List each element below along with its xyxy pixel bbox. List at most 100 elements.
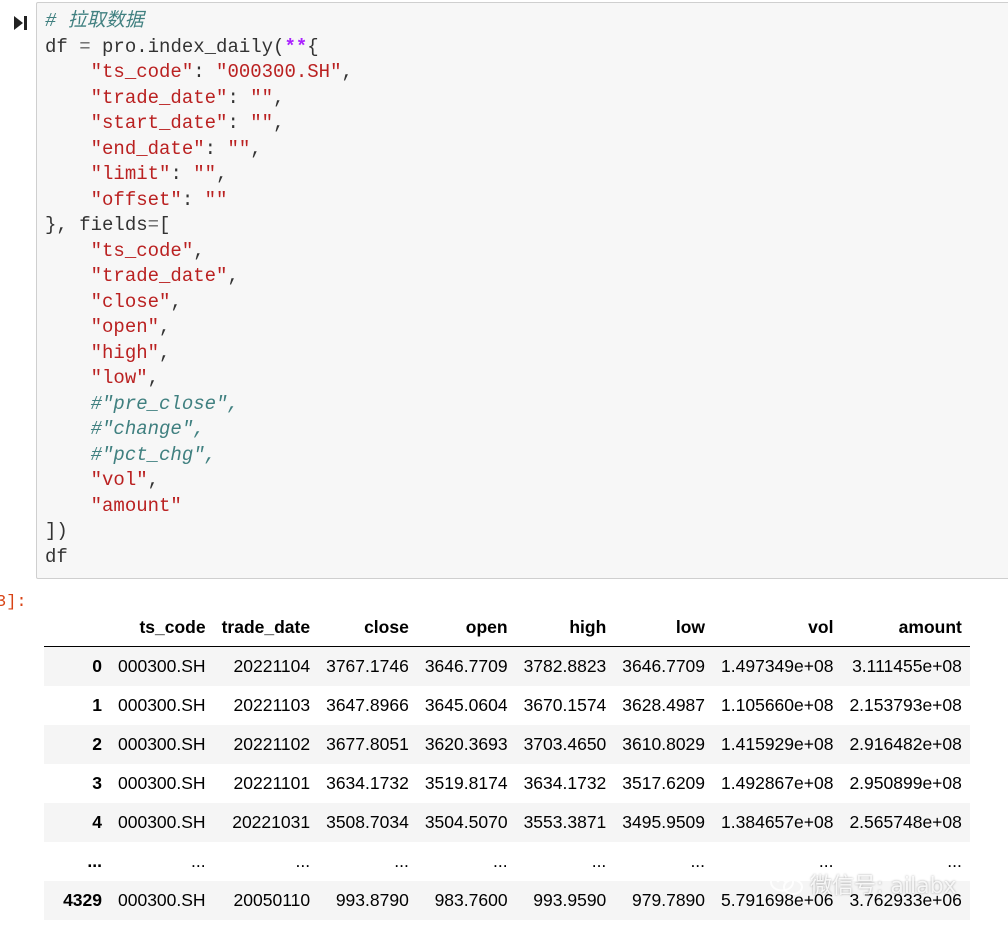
code-line: "amount" (90, 494, 182, 517)
table-cell: ... (492, 851, 508, 871)
table-cell: 20221103 (233, 695, 311, 715)
row-index: 2 (92, 734, 102, 754)
row-index: 1 (92, 695, 102, 715)
code-line: "high", (90, 341, 171, 364)
code-cell[interactable]: # 拉取数据 df = pro.index_daily(**{ "ts_code… (36, 2, 1008, 579)
table-cell: 3646.7709 (622, 656, 706, 676)
code-line: #"pct_chg", (90, 443, 217, 466)
code-line: "ts_code", (90, 239, 205, 262)
table-cell: 3670.1574 (523, 695, 607, 715)
table-cell: 993.9590 (533, 890, 607, 910)
table-cell: 2.950899e+08 (849, 773, 962, 793)
code-line: "open", (90, 316, 171, 338)
column-header: vol (713, 608, 842, 647)
code-line: #"pre_close", (90, 392, 239, 415)
table-cell: 20050110 (233, 890, 311, 910)
table-row: 4 000300.SH 20221031 3508.7034 3504.5070 3553… (44, 803, 970, 842)
table-cell: 3504.5070 (424, 812, 508, 832)
row-index: ... (87, 851, 102, 871)
column-header: amount (841, 608, 970, 647)
table-cell: 20221031 (232, 812, 311, 832)
code-line: }, fields=[ (45, 214, 171, 236)
table-cell: 3634.1732 (523, 773, 607, 793)
table-cell: 20221102 (233, 734, 311, 754)
table-cell: 000300.SH (118, 656, 206, 676)
table-cell: ... (190, 851, 206, 871)
table-cell: 3508.7034 (326, 812, 409, 832)
code-line: "close", (90, 290, 182, 313)
table-header-row: ts_code trade_date close open high low v… (44, 608, 970, 647)
wechat-icon (770, 872, 804, 896)
table-cell: 3519.8174 (424, 773, 508, 793)
table-cell: 3.111455e+08 (852, 656, 962, 676)
code-line: "vol", (90, 469, 160, 491)
table-cell: 000300.SH (118, 695, 206, 715)
table-cell: ... (591, 851, 607, 871)
row-index: 4329 (63, 890, 102, 910)
table-row: 1 000300.SH 20221103 3647.8966 3645.0604 3670… (44, 686, 970, 725)
table-cell: 3610.8029 (622, 734, 706, 754)
code-line: "end_date": "", (90, 137, 262, 160)
column-header: high (515, 608, 615, 647)
index-header (44, 608, 110, 647)
table-cell: 2.565748e+08 (849, 812, 962, 832)
code-line: "trade_date": "", (90, 86, 285, 109)
table-cell: 20221104 (233, 656, 311, 676)
table-cell: 3645.0604 (424, 695, 508, 715)
table-cell: 3634.1732 (326, 773, 409, 793)
table-cell: 3677.8051 (326, 734, 409, 754)
code-line: df = pro.index_daily(**{ (45, 35, 319, 58)
code-editor[interactable]: # 拉取数据 df = pro.index_daily(**{ "ts_code… (45, 9, 353, 570)
table-cell: 3703.4650 (523, 734, 607, 754)
row-index: 3 (92, 773, 102, 793)
column-header: low (614, 608, 714, 647)
table-cell: ... (295, 851, 311, 871)
table-cell: 3495.9509 (622, 812, 706, 832)
watermark: 微信号: ailabx (770, 868, 957, 900)
table-cell: 993.8790 (335, 890, 409, 910)
table-row: 2 000300.SH 20221102 3677.8051 3620.3693 3703… (44, 725, 970, 764)
table-cell: ... (394, 851, 409, 871)
table-cell: 983.7600 (434, 890, 508, 910)
run-cell-icon[interactable] (12, 14, 30, 32)
code-line: #"change", (90, 418, 205, 440)
row-index: 0 (92, 656, 102, 676)
table-cell: 1.384657e+08 (721, 812, 834, 832)
table-cell: 3628.4987 (622, 695, 706, 715)
table-cell: 3517.6209 (622, 773, 706, 793)
column-header: close (318, 608, 417, 647)
table-cell: 000300.SH (118, 890, 206, 910)
table-cell: 1.415929e+08 (721, 734, 834, 754)
code-line: "trade_date", (90, 265, 239, 287)
table-cell: 20221101 (233, 773, 311, 793)
column-header: trade_date (213, 608, 319, 647)
column-header: open (416, 608, 516, 647)
code-comment: # 拉取数据 (45, 10, 144, 32)
table-cell: ... (690, 851, 706, 871)
row-index: 4 (92, 812, 102, 832)
table-cell: 3620.3693 (424, 734, 508, 754)
table-cell: 3647.8966 (326, 695, 409, 715)
table-cell: 2.916482e+08 (849, 734, 962, 754)
code-line: "limit": "", (90, 163, 228, 185)
code-line: df (45, 545, 68, 568)
table-cell: 3782.8823 (523, 656, 607, 676)
table-cell: 000300.SH (118, 734, 206, 754)
code-line: "ts_code": "000300.SH", (90, 61, 353, 83)
table-cell: 000300.SH (118, 812, 206, 832)
column-header: ts_code (110, 608, 214, 647)
table-cell: 1.105660e+08 (721, 695, 834, 715)
table-cell: 979.7890 (632, 890, 706, 910)
code-line: ]) (45, 520, 68, 542)
table-cell: 3646.7709 (424, 656, 508, 676)
table-cell: 3553.3871 (523, 812, 607, 832)
code-line: "offset": "" (90, 188, 228, 211)
table-cell: 000300.SH (118, 773, 206, 793)
code-line: "low", (90, 367, 160, 389)
table-cell: 3767.1746 (326, 656, 409, 676)
code-line: "start_date": "", (90, 112, 285, 134)
table-row: 3 000300.SH 20221101 3634.1732 3519.8174 3634… (44, 764, 970, 803)
table-cell: 1.492867e+08 (721, 773, 834, 793)
watermark-text: 微信号: ailabx (810, 874, 957, 899)
table-cell: 1.497349e+08 (721, 656, 834, 676)
